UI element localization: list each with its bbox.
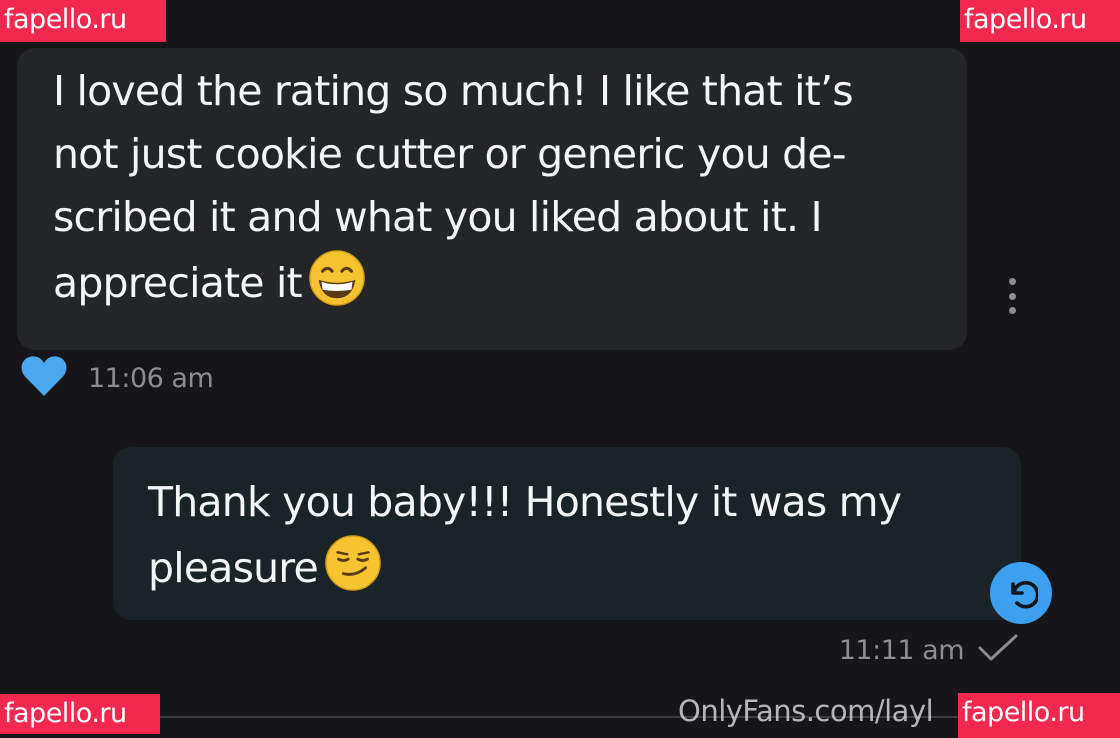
outgoing-message-time: 11:11 am xyxy=(838,634,965,666)
watermark-bottom-right: fapello.ru xyxy=(958,693,1120,738)
message-more-options-icon[interactable] xyxy=(1004,278,1020,314)
incoming-message-line: appreciate it xyxy=(53,249,927,325)
incoming-message-line: not just cookie cutter or generic you de… xyxy=(53,130,847,178)
incoming-message-line: scribed it and what you liked about it. … xyxy=(53,193,823,241)
incoming-message-line-text: appreciate it xyxy=(53,259,303,307)
incoming-message-time: 11:06 am xyxy=(88,362,214,394)
grinning-face-emoji-icon xyxy=(308,249,366,325)
sent-checkmark-icon xyxy=(976,633,1020,667)
outgoing-message-bubble[interactable]: Thank you baby!!! Honestly it was my ple… xyxy=(113,447,1021,620)
heart-like-icon[interactable] xyxy=(20,355,68,401)
outgoing-message-line-text: pleasure xyxy=(148,544,319,592)
watermark-top-left: fapello.ru xyxy=(0,0,166,42)
incoming-message-line: I loved the rating so much! I like that … xyxy=(53,67,854,115)
undo-icon[interactable] xyxy=(990,562,1052,624)
incoming-message-bubble[interactable]: I loved the rating so much! I like that … xyxy=(17,48,967,350)
outgoing-message-line: pleasure xyxy=(148,534,981,610)
outgoing-message-line: Thank you baby!!! Honestly it was my xyxy=(148,478,902,526)
watermark-top-right: fapello.ru xyxy=(960,0,1120,42)
outgoing-message-meta: 11:11 am xyxy=(839,628,1020,672)
smirking-face-emoji-icon xyxy=(324,534,382,610)
incoming-message-meta: 11:06 am xyxy=(20,355,214,401)
watermark-bottom-left: fapello.ru xyxy=(0,694,160,734)
